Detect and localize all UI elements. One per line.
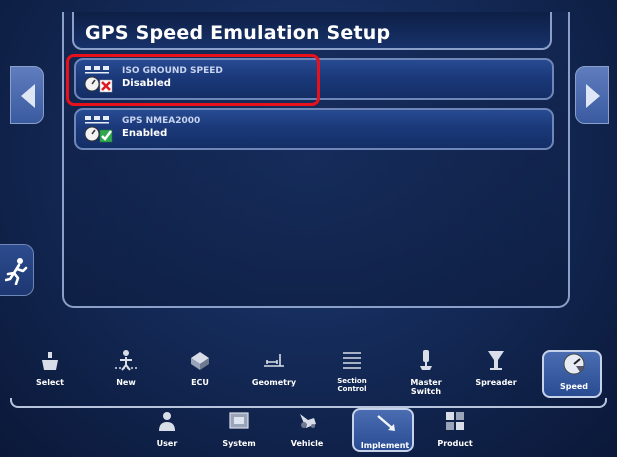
arrow-right-icon [586,84,600,108]
tool-label: Master Switch [410,378,442,396]
nav-label: Vehicle [290,439,324,448]
page-title: GPS Speed Emulation Setup [85,22,391,44]
tool-speed[interactable]: Speed [542,350,602,398]
running-man-icon [5,258,28,285]
new-icon [115,350,137,371]
tool-label: Speed [559,382,589,391]
tool-master-switch[interactable]: Master Switch [396,348,456,398]
speed-icon [563,353,585,375]
tool-label: Spreader [475,378,517,387]
user-icon [159,412,175,431]
nav-system[interactable]: System [208,408,270,452]
spreader-icon [488,351,504,370]
tool-new[interactable]: New [96,348,156,398]
vehicle-icon [300,414,316,428]
setting-label: GPS NMEA2000 [122,116,201,126]
setting-status: Enabled [122,128,168,139]
tool-select[interactable]: Select [20,348,80,398]
nav-implement[interactable]: Implement [352,408,414,452]
tool-geometry[interactable]: Geometry [244,348,304,398]
tool-label: ECU [191,378,209,387]
tool-section-control[interactable]: Section Control [322,348,382,398]
product-icon [446,412,464,430]
toolbar-divider [10,398,607,408]
nav-label: User [156,439,178,448]
run-mode-button[interactable] [0,244,34,296]
highlight-annotation [66,54,320,106]
nav-label: Product [437,439,473,448]
tool-label: Geometry [251,378,297,387]
system-icon [229,412,249,429]
screen: GPS Speed Emulation Setup ISO GROUND SPE… [0,0,617,457]
next-page-button[interactable] [575,66,609,124]
tool-spreader[interactable]: Spreader [466,348,526,398]
implement-icon [377,415,395,431]
tool-label: Section Control [337,377,367,393]
tool-label: New [116,378,136,387]
tool-label: Select [36,378,64,387]
nav-label: Implement [360,441,410,450]
arrow-left-icon [21,84,35,108]
select-icon [42,352,58,370]
section-control-icon [343,352,361,369]
nav-product[interactable]: Product [424,408,486,452]
ecu-icon [191,352,209,370]
nav-vehicle[interactable]: Vehicle [276,408,338,452]
nav-user[interactable]: User [136,408,198,452]
prev-page-button[interactable] [10,66,44,124]
setting-row-gps-nmea2000[interactable]: GPS NMEA2000 Enabled [74,108,554,150]
geometry-icon [264,354,284,367]
master-switch-icon [420,350,432,370]
nav-label: System [222,439,256,448]
tool-ecu[interactable]: ECU [170,348,230,398]
speed-source-check-icon [84,116,113,143]
